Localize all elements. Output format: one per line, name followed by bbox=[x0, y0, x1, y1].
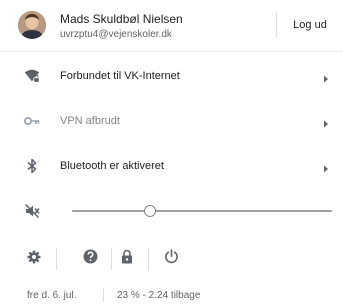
header-divider bbox=[276, 13, 277, 37]
user-email: uvrzptu4@vejenskoler.dk bbox=[60, 29, 172, 40]
avatar bbox=[18, 11, 46, 39]
user-header: Mads Skuldbøl Nielsen uvrzptu4@vejenskol… bbox=[0, 0, 343, 50]
button-divider bbox=[111, 248, 112, 270]
bluetooth-icon bbox=[24, 158, 40, 174]
chevron-right-icon bbox=[322, 161, 330, 173]
user-name: Mads Skuldbøl Nielsen bbox=[60, 12, 183, 26]
volume-muted-icon[interactable] bbox=[24, 203, 40, 219]
lock-button[interactable] bbox=[117, 249, 137, 269]
logout-button[interactable]: Log ud bbox=[284, 13, 336, 37]
settings-button[interactable] bbox=[24, 249, 44, 269]
vpn-key-icon bbox=[24, 113, 40, 129]
network-row-label: Bluetooth er aktiveret bbox=[60, 160, 164, 172]
volume-slider-thumb[interactable] bbox=[144, 205, 156, 217]
lock-icon bbox=[121, 249, 133, 269]
battery-status: 23 % - 2.24 tilbage bbox=[117, 290, 201, 301]
button-divider bbox=[148, 248, 149, 270]
network-row-vpn[interactable]: VPN afbrudt bbox=[0, 101, 343, 141]
help-icon bbox=[83, 249, 98, 269]
chevron-right-icon bbox=[322, 71, 330, 83]
date-label: fre d. 6. jul. bbox=[27, 290, 77, 301]
gear-icon bbox=[27, 250, 41, 269]
volume-slider-track[interactable] bbox=[72, 210, 332, 212]
network-row-bluetooth[interactable]: Bluetooth er aktiveret bbox=[0, 146, 343, 186]
power-icon bbox=[164, 249, 179, 269]
header-separator bbox=[0, 51, 343, 52]
footer-divider bbox=[103, 288, 104, 302]
power-button[interactable] bbox=[161, 249, 181, 269]
network-row-label: Forbundet til VK-Internet bbox=[60, 70, 180, 82]
help-button[interactable] bbox=[80, 249, 100, 269]
network-row-wifi[interactable]: Forbundet til VK-Internet bbox=[0, 56, 343, 96]
button-divider bbox=[56, 248, 57, 270]
network-row-label: VPN afbrudt bbox=[60, 115, 120, 127]
chevron-right-icon bbox=[322, 116, 330, 128]
wifi-locked-icon bbox=[24, 68, 40, 84]
